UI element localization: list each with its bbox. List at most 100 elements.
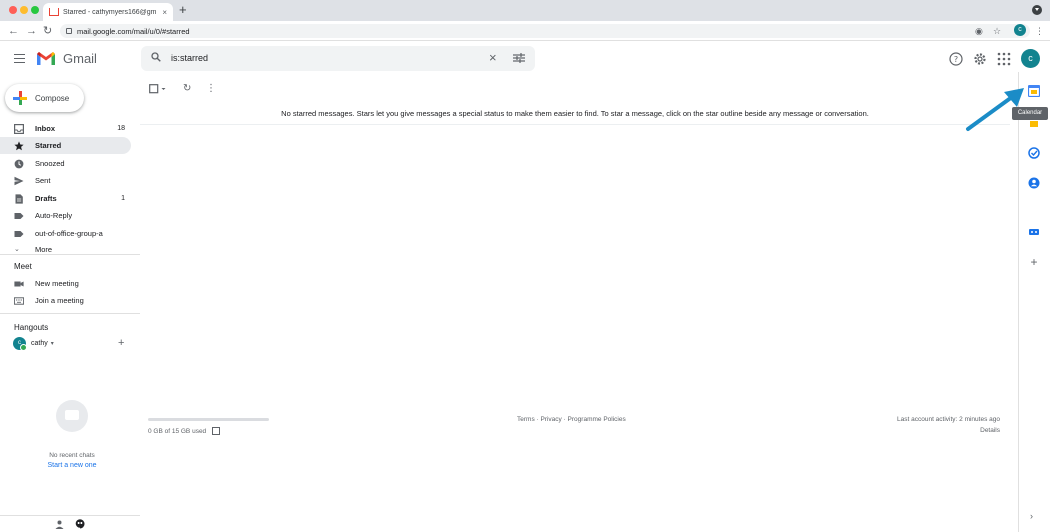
clock-icon bbox=[14, 159, 24, 168]
hangouts-avatar: c bbox=[13, 337, 27, 351]
window-close-button[interactable] bbox=[9, 6, 17, 14]
sidebar-item-drafts[interactable]: Drafts 1 bbox=[0, 190, 131, 207]
settings-gear-icon[interactable] bbox=[973, 52, 987, 66]
new-meeting-button[interactable]: New meeting bbox=[0, 275, 131, 292]
hangouts-user-name: cathy bbox=[31, 340, 48, 347]
new-tab-button[interactable]: + bbox=[179, 3, 187, 17]
svg-text:?: ? bbox=[954, 55, 958, 64]
sidebar-divider bbox=[0, 313, 140, 314]
compose-plus-icon bbox=[13, 91, 27, 105]
meet-item-label: New meeting bbox=[35, 279, 79, 288]
video-camera-icon bbox=[14, 281, 24, 286]
details-link[interactable]: Details bbox=[980, 427, 1000, 434]
window-minimize-button[interactable] bbox=[20, 6, 28, 14]
sidebar-divider bbox=[0, 254, 140, 255]
draft-document-icon bbox=[15, 193, 23, 204]
keyboard-icon bbox=[14, 296, 24, 305]
storage-usage-bar bbox=[148, 418, 269, 421]
eye-icon[interactable]: ◉ bbox=[975, 25, 983, 37]
browser-tab[interactable]: Starred - cathymyers166@gm × bbox=[43, 3, 173, 21]
url-text: mail.google.com/mail/u/0/#starred bbox=[77, 26, 190, 36]
join-meeting-button[interactable]: Join a meeting bbox=[0, 292, 131, 309]
footer-links[interactable]: Terms · Privacy · Programme Policies bbox=[517, 416, 626, 423]
dropdown-caret-icon: ▾ bbox=[50, 341, 54, 347]
storage-usage-text: 0 GB of 15 GB used bbox=[148, 427, 207, 435]
chevron-right-icon[interactable]: › bbox=[1030, 511, 1033, 521]
sidebar-item-sent[interactable]: Sent bbox=[0, 172, 131, 189]
sidebar-item-label: Sent bbox=[35, 176, 51, 185]
meet-item-label: Join a meeting bbox=[35, 296, 84, 305]
back-arrow-icon[interactable]: ← bbox=[8, 24, 19, 38]
address-bar: ← → ↻ mail.google.com/mail/u/0/#starred bbox=[0, 21, 1050, 41]
start-new-chat-link[interactable]: Start a new one bbox=[0, 462, 144, 469]
sidebar-item-starred[interactable]: Starred bbox=[0, 137, 131, 154]
sidebar-item-auto-reply[interactable]: Auto-Reply bbox=[0, 207, 131, 224]
label-tag-icon bbox=[14, 212, 24, 219]
meet-heading: Meet bbox=[14, 262, 32, 271]
lock-icon bbox=[66, 28, 72, 34]
tab-title: Starred - cathymyers166@gm bbox=[63, 8, 157, 16]
keep-icon[interactable] bbox=[1030, 121, 1038, 127]
clear-search-icon[interactable]: × bbox=[489, 50, 497, 65]
sidebar-item-label: Snoozed bbox=[35, 159, 65, 168]
sidebar-item-out-of-office-group-a[interactable]: out-of-office-group-a bbox=[0, 225, 131, 242]
send-icon bbox=[14, 176, 24, 185]
sidebar-bottom-bar bbox=[0, 515, 140, 532]
contacts-icon[interactable] bbox=[1028, 177, 1040, 189]
label-tag-icon bbox=[14, 230, 24, 237]
browser-profile-avatar[interactable]: c bbox=[1014, 24, 1026, 36]
account-avatar[interactable]: c bbox=[1021, 49, 1040, 68]
browser-menu-icon[interactable] bbox=[1032, 5, 1042, 15]
storage-usage: 0 GB of 15 GB used bbox=[148, 427, 221, 435]
last-account-activity: Last account activity: 2 minutes ago bbox=[897, 416, 1000, 423]
apps-grid-icon[interactable] bbox=[997, 52, 1011, 66]
browser-tab-bar: Starred - cathymyers166@gm × + bbox=[0, 0, 1050, 21]
gmail-wordmark[interactable]: Gmail bbox=[63, 51, 97, 66]
sidebar-item-label: Starred bbox=[35, 141, 62, 150]
search-bar[interactable]: is:starred × bbox=[141, 46, 535, 71]
sidebar-item-label: out-of-office-group-a bbox=[35, 229, 103, 238]
reload-icon[interactable]: ↻ bbox=[43, 24, 52, 38]
empty-chat-bubble-icon bbox=[56, 400, 88, 432]
content-divider bbox=[140, 124, 1010, 125]
chevron-down-icon: ⌄ bbox=[14, 246, 20, 253]
forward-arrow-icon[interactable]: → bbox=[26, 24, 37, 38]
sidebar-item-label: Auto-Reply bbox=[35, 211, 73, 220]
hangouts-quote-icon[interactable] bbox=[75, 519, 85, 529]
sidebar-item-label: Inbox bbox=[35, 124, 55, 133]
search-options-icon[interactable] bbox=[513, 53, 525, 63]
new-conversation-plus-icon[interactable]: + bbox=[118, 337, 124, 349]
refresh-icon[interactable]: ↻ bbox=[183, 83, 191, 94]
hangouts-heading: Hangouts bbox=[14, 323, 49, 332]
annotation-arrow-icon bbox=[966, 88, 1024, 131]
url-field[interactable]: mail.google.com/mail/u/0/#starred bbox=[60, 24, 1030, 38]
sidebar-item-snoozed[interactable]: Snoozed bbox=[0, 155, 131, 172]
tasks-icon[interactable] bbox=[1028, 147, 1040, 159]
inbox-icon bbox=[14, 123, 24, 134]
get-addons-plus-icon[interactable]: + bbox=[1028, 256, 1040, 268]
gmail-favicon-icon bbox=[49, 8, 59, 16]
more-actions-icon[interactable]: ⋮ bbox=[206, 83, 216, 94]
unread-count: 18 bbox=[117, 125, 125, 132]
gmail-logo-icon[interactable] bbox=[36, 51, 56, 66]
person-icon[interactable] bbox=[55, 520, 64, 529]
draft-count: 1 bbox=[121, 195, 125, 202]
browser-more-icon[interactable]: ⋮ bbox=[1035, 25, 1044, 37]
external-link-icon[interactable] bbox=[212, 427, 221, 435]
tab-close-icon[interactable]: × bbox=[162, 8, 167, 17]
compose-button[interactable]: Compose bbox=[5, 84, 84, 112]
select-all-checkbox[interactable] bbox=[149, 84, 167, 94]
bookmark-star-icon[interactable]: ☆ bbox=[993, 25, 1001, 37]
search-icon[interactable] bbox=[151, 52, 161, 62]
sidebar-item-inbox[interactable]: Inbox 18 bbox=[0, 120, 131, 137]
hangouts-user-status[interactable]: c cathy ▾ bbox=[13, 337, 54, 351]
main-menu-icon[interactable] bbox=[14, 54, 25, 63]
addon-icon[interactable] bbox=[1028, 226, 1040, 238]
sidebar-item-label: More bbox=[35, 245, 53, 254]
window-zoom-button[interactable] bbox=[31, 6, 39, 14]
help-icon[interactable]: ? bbox=[949, 52, 963, 66]
search-input[interactable]: is:starred bbox=[171, 53, 208, 63]
sidebar-item-more[interactable]: ⌄ More bbox=[0, 242, 131, 254]
empty-starred-message: No starred messages. Stars let you give … bbox=[281, 109, 869, 118]
star-icon bbox=[14, 140, 24, 150]
